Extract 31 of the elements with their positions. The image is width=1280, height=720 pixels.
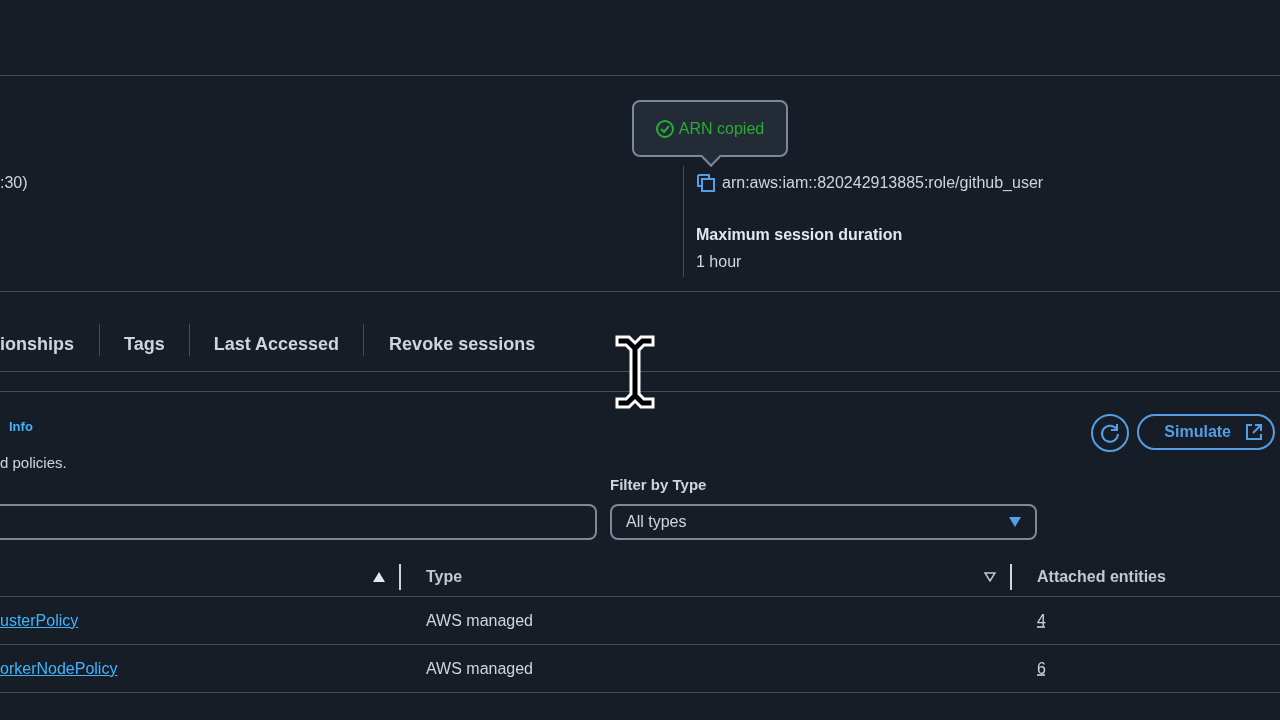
tab[interactable]: ionships [0, 332, 99, 356]
policy-link[interactable]: orkerNodePolicy [0, 659, 118, 677]
field-label: Maximum session duration [696, 225, 904, 245]
copy-icon[interactable] [696, 173, 716, 193]
tab[interactable]: Last Accessed [189, 332, 364, 356]
entity-count[interactable]: 4 [1037, 611, 1046, 629]
simulate-button[interactable]: Simulate [1137, 414, 1275, 450]
filter-label: Filter by Type [610, 474, 708, 495]
arn-value: arn:aws:iam::820242913885:role/github_user [722, 173, 1044, 193]
info-link[interactable]: Info [0, 419, 33, 434]
check-circle-icon [655, 119, 674, 138]
tab[interactable]: Revoke sessions [364, 332, 561, 356]
column-header: Type [426, 566, 463, 587]
description-text: d policies. [0, 453, 67, 473]
table-cell: AWS managed [426, 659, 533, 677]
tab[interactable]: Tags [100, 332, 189, 356]
field-value: 1 hour [696, 252, 743, 272]
column-header: Attached entities [1037, 566, 1166, 587]
refresh-button[interactable] [1091, 414, 1130, 452]
table-cell: AWS managed [426, 611, 533, 629]
external-link-icon [1245, 423, 1263, 441]
policy-link[interactable]: usterPolicy [0, 611, 79, 629]
field-value: :30) [0, 174, 28, 191]
refresh-icon [1099, 422, 1122, 444]
entity-count[interactable]: 6 [1037, 659, 1046, 677]
sort-ascending-icon[interactable] [373, 571, 385, 582]
text-cursor-icon [614, 334, 656, 410]
search-field[interactable] [0, 504, 597, 540]
type-dropdown[interactable]: All types [610, 504, 1037, 540]
caret-icon [1009, 517, 1021, 527]
sort-icon[interactable] [984, 571, 996, 582]
